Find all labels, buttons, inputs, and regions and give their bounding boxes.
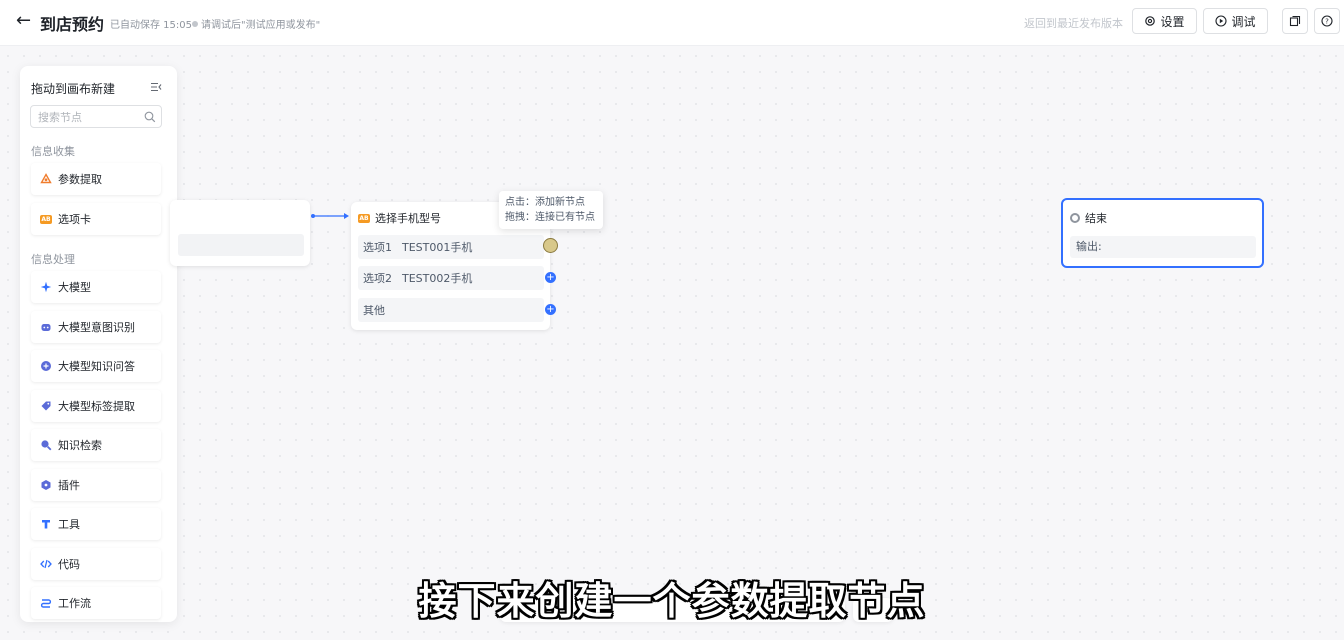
option-row[interactable]: 选项1 TEST001手机 <box>358 235 544 259</box>
palette-item-label: 大模型知识问答 <box>58 360 135 373</box>
palette-item-label: 大模型 <box>58 281 91 294</box>
workflow-canvas[interactable] <box>0 0 1344 640</box>
debug-button[interactable]: 调试 <box>1203 8 1268 34</box>
palette-item-label: 大模型意图识别 <box>58 321 135 334</box>
palette-item-label: 选项卡 <box>58 213 91 226</box>
tag-icon <box>40 400 52 412</box>
gear-icon <box>1145 16 1156 26</box>
palette-title: 拖动到画布新建 <box>31 82 116 96</box>
option-value: TEST001手机 <box>402 241 473 254</box>
add-node-tooltip: 点击：添加新节点 拖拽：连接已有节点 <box>499 191 603 229</box>
code-icon <box>40 558 52 570</box>
palette-item-llm-qa[interactable]: 大模型知识问答 <box>31 350 161 382</box>
tool-icon <box>40 518 52 530</box>
add-node-handle[interactable]: + <box>545 304 556 315</box>
option-value: TEST002手机 <box>402 272 473 285</box>
debug-label: 调试 <box>1231 14 1256 29</box>
palette-item-tool[interactable]: 工具 <box>31 508 161 540</box>
copy-icon <box>1289 15 1301 27</box>
svg-text:?: ? <box>1325 18 1329 26</box>
plugin-icon <box>40 479 52 491</box>
page-title: 到店预约 <box>40 15 105 34</box>
settings-label: 设置 <box>1160 14 1185 29</box>
play-circle-icon <box>1215 15 1228 27</box>
back-arrow-icon[interactable]: ← <box>16 10 36 32</box>
help-circle-icon: ? <box>1321 15 1333 27</box>
plus-circle-icon <box>40 360 52 372</box>
tooltip-line-drag: 拖拽：连接已有节点 <box>505 212 595 223</box>
search-icon <box>144 111 156 123</box>
robot-icon <box>40 321 52 333</box>
top-bar: ← 到店预约 已自动保存 15:05 请调试后"测试应用或发布" 返回到最近发布… <box>0 0 1344 46</box>
publish-hint-text: 请调试后"测试应用或发布" <box>201 20 321 31</box>
group-label-info-collect: 信息收集 <box>31 145 75 158</box>
add-node-handle[interactable]: + <box>545 272 556 283</box>
palette-item-knowledge-search[interactable]: 知识检索 <box>31 429 161 461</box>
palette-item-plugin[interactable]: 插件 <box>31 469 161 501</box>
previous-node-field <box>178 234 304 256</box>
options-node-header: AB 选择手机型号 <box>358 210 441 226</box>
node-search-input[interactable]: 搜索节点 <box>30 105 162 128</box>
triangle-nodes-icon <box>40 173 52 185</box>
copy-button[interactable] <box>1282 8 1308 34</box>
edge-connector <box>311 213 349 219</box>
options-node-title: 选择手机型号 <box>375 212 441 225</box>
ab-badge-icon: AB <box>358 213 370 223</box>
search-placeholder: 搜索节点 <box>38 110 82 124</box>
settings-button[interactable]: 设置 <box>1132 8 1197 34</box>
collapse-panel-icon[interactable] <box>150 81 162 93</box>
end-node-title: 结束 <box>1085 212 1107 225</box>
option-row[interactable]: 其他 <box>358 298 544 322</box>
palette-item-label: 工具 <box>58 518 80 531</box>
palette-item-label: 知识检索 <box>58 439 102 452</box>
hint-dot-icon <box>192 20 198 27</box>
palette-item-param-extract[interactable]: 参数提取 <box>31 163 161 195</box>
option-name: 选项1 <box>363 241 392 254</box>
end-output-field[interactable]: 输出: <box>1070 236 1256 258</box>
help-button[interactable]: ? <box>1314 8 1340 34</box>
palette-item-llm-tag[interactable]: 大模型标签提取 <box>31 390 161 422</box>
palette-item-label: 参数提取 <box>58 173 102 186</box>
sparkle-icon <box>40 281 52 293</box>
end-node[interactable]: 结束 输出: <box>1061 198 1264 268</box>
stop-circle-icon <box>1070 213 1080 223</box>
autosave-status: 已自动保存 15:05 <box>110 20 192 31</box>
previous-node[interactable] <box>170 200 310 266</box>
option-name: 选项2 <box>363 272 392 285</box>
palette-item-options-card[interactable]: AB 选项卡 <box>31 203 161 235</box>
option-row[interactable]: 选项2 TEST002手机 <box>358 266 544 290</box>
search-icon <box>40 439 52 451</box>
node-palette: 拖动到画布新建 搜索节点 信息收集 参数提取 AB 选项卡 信息处理 大模型 大… <box>20 66 177 622</box>
group-label-info-process: 信息处理 <box>31 253 75 266</box>
option-name: 其他 <box>363 304 385 317</box>
tooltip-line-click: 点击：添加新节点 <box>505 197 585 208</box>
video-subtitle: 接下来创建一个参数提取节点 <box>418 579 926 623</box>
publish-hint: 请调试后"测试应用或发布" <box>192 16 320 31</box>
palette-item-label: 插件 <box>58 479 80 492</box>
palette-item-llm[interactable]: 大模型 <box>31 271 161 303</box>
cursor-move-icon[interactable] <box>543 238 558 253</box>
ab-badge-icon: AB <box>40 214 52 224</box>
end-node-header: 结束 <box>1070 210 1107 226</box>
restore-version-link[interactable]: 返回到最近发布版本 <box>1024 15 1123 31</box>
palette-item-llm-intent[interactable]: 大模型意图识别 <box>31 311 161 343</box>
palette-item-label: 大模型标签提取 <box>58 400 135 413</box>
